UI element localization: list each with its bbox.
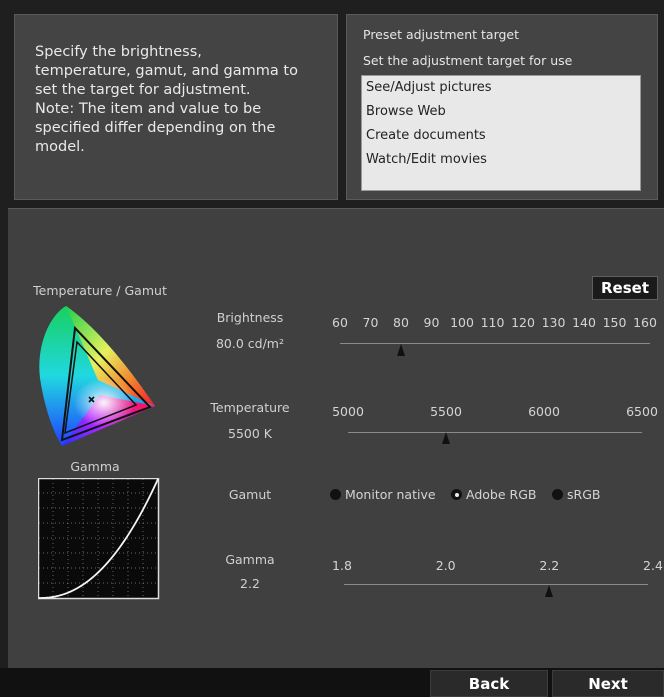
gamma-tick-label: 2.0	[435, 558, 456, 573]
preset-item-see-adjust-pictures[interactable]: See/Adjust pictures	[362, 76, 640, 100]
temperature-gamut-label: Temperature / Gamut	[33, 283, 167, 298]
brightness-tick-label: 120	[511, 315, 535, 330]
brightness-tick-label: 150	[602, 315, 627, 330]
brightness-slider-track[interactable]	[340, 343, 650, 344]
description-line: set the target for adjustment.	[35, 82, 251, 98]
description-line: specified differ depending on the	[35, 120, 276, 136]
gamma-value: 2.2	[240, 576, 260, 591]
brightness-slider-thumb[interactable]	[397, 344, 405, 356]
description-line: Note: The item and value to be	[35, 101, 262, 117]
temperature-tick-label: 5000	[332, 404, 364, 419]
brightness-label: Brightness	[216, 310, 284, 325]
description-panel: Specify the brightness, temperature, gam…	[14, 14, 338, 200]
gamma-tick-label: 2.2	[539, 558, 560, 573]
temperature-value: 5500 K	[228, 426, 272, 441]
temperature-label: Temperature	[210, 400, 290, 415]
gamut-option-monitor-native[interactable]: Monitor native	[330, 487, 436, 502]
brightness-tick-label: 110	[480, 315, 505, 330]
brightness-tick-label: 160	[633, 315, 657, 330]
temperature-tick-label: 6000	[528, 404, 560, 419]
brightness-tick-label: 140	[572, 315, 596, 330]
preset-item-browse-web[interactable]: Browse Web	[362, 100, 640, 124]
next-button[interactable]: Next	[552, 670, 664, 697]
preset-item-watch-edit-movies[interactable]: Watch/Edit movies	[362, 148, 640, 172]
gamma-label: Gamma	[225, 552, 275, 567]
radio-selected-icon	[451, 489, 462, 500]
temperature-slider-thumb[interactable]	[442, 432, 450, 444]
chromaticity-diagram	[39, 306, 155, 446]
gamut-label: Gamut	[228, 487, 272, 502]
gamut-option-label: Monitor native	[345, 487, 436, 502]
preset-title: Preset adjustment target	[363, 27, 520, 42]
description-line: model.	[35, 139, 85, 155]
preset-item-create-documents[interactable]: Create documents	[362, 124, 640, 148]
temperature-tick-label: 6500	[626, 404, 658, 419]
gamut-option-srgb[interactable]: sRGB	[552, 487, 600, 502]
brightness-tick-label: 60	[332, 315, 348, 330]
app-window: Specify the brightness, temperature, gam…	[0, 0, 664, 697]
gamma-slider-track[interactable]	[344, 584, 648, 585]
brightness-tick-label: 70	[362, 315, 379, 330]
gamma-slider-thumb[interactable]	[545, 585, 554, 597]
description-line: Specify the brightness,	[35, 44, 202, 60]
radio-icon	[552, 489, 563, 500]
description-text: Specify the brightness, temperature, gam…	[35, 43, 325, 157]
brightness-tick-label: 90	[423, 315, 440, 330]
radio-icon	[330, 489, 341, 500]
preset-subtitle: Set the adjustment target for use	[363, 53, 573, 68]
brightness-value: 80.0 cd/m²	[215, 336, 284, 351]
brightness-tick-label: 130	[541, 315, 566, 330]
temperature-slider-track[interactable]	[348, 432, 642, 433]
brightness-tick-label: 100	[450, 315, 474, 330]
gamma-curve-chart	[38, 478, 160, 600]
reset-button[interactable]: Reset	[592, 276, 658, 300]
gamma-chart-label: Gamma	[70, 459, 120, 474]
gamut-option-adobe-rgb[interactable]: Adobe RGB	[451, 487, 536, 502]
preset-list[interactable]: See/Adjust pictures Browse Web Create do…	[361, 75, 641, 191]
gamma-tick-label: 2.4	[643, 558, 663, 573]
description-line: temperature, gamut, and gamma to	[35, 63, 298, 79]
temperature-tick-label: 5500	[430, 404, 462, 419]
preset-panel: Preset adjustment target Set the adjustm…	[346, 14, 658, 200]
brightness-tick-label: 80	[393, 315, 409, 330]
back-button[interactable]: Back	[430, 670, 548, 697]
gamut-option-label: Adobe RGB	[466, 487, 537, 502]
gamut-option-label: sRGB	[567, 487, 601, 502]
gamma-tick-label: 1.8	[332, 558, 352, 573]
